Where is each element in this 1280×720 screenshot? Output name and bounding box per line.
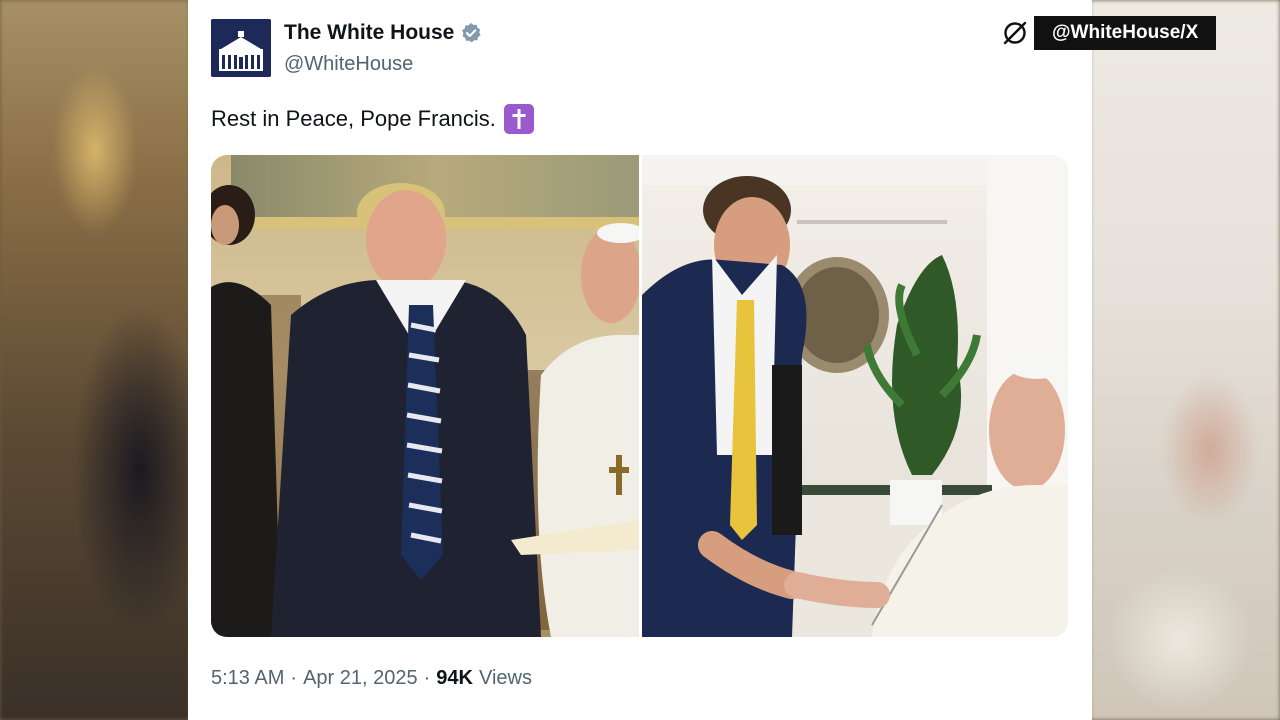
tweet-card: The White House @WhiteHouse Rest in Peac… [188,0,1092,720]
separator-dot-2: · [423,667,431,689]
timestamp-row: 5:13 AM · Apr 21, 2025 · 94K Views [211,667,532,690]
blurred-background-right [1090,0,1280,720]
author-name-label[interactable]: The White House [284,21,454,45]
verified-badge-icon [462,23,481,43]
source-watermark: @WhiteHouse/X [1002,16,1217,50]
tweet-text-body: Rest in Peace, Pope Francis. [211,106,496,131]
author-handle[interactable]: @WhiteHouse [284,53,413,76]
watermark-label: @WhiteHouse/X [1034,16,1217,50]
blurred-background-left [0,0,190,720]
views-label: Views [478,667,532,689]
separator-dot: · [290,667,298,689]
tweet-text: Rest in Peace, Pope Francis. [211,104,534,134]
tweet-media[interactable] [211,155,1068,637]
views-count: 94K [436,667,473,689]
post-time[interactable]: 5:13 AM [211,667,284,690]
x-logo-icon [1003,21,1027,45]
white-house-logo-icon [211,19,271,77]
avatar[interactable] [211,19,271,77]
post-date[interactable]: Apr 21, 2025 [303,667,418,690]
latin-cross-emoji-icon [503,104,534,134]
photo-meeting-ornate-room[interactable] [211,155,639,637]
photo-handshake-white-room[interactable] [642,155,1068,637]
author-name[interactable]: The White House [284,21,482,45]
